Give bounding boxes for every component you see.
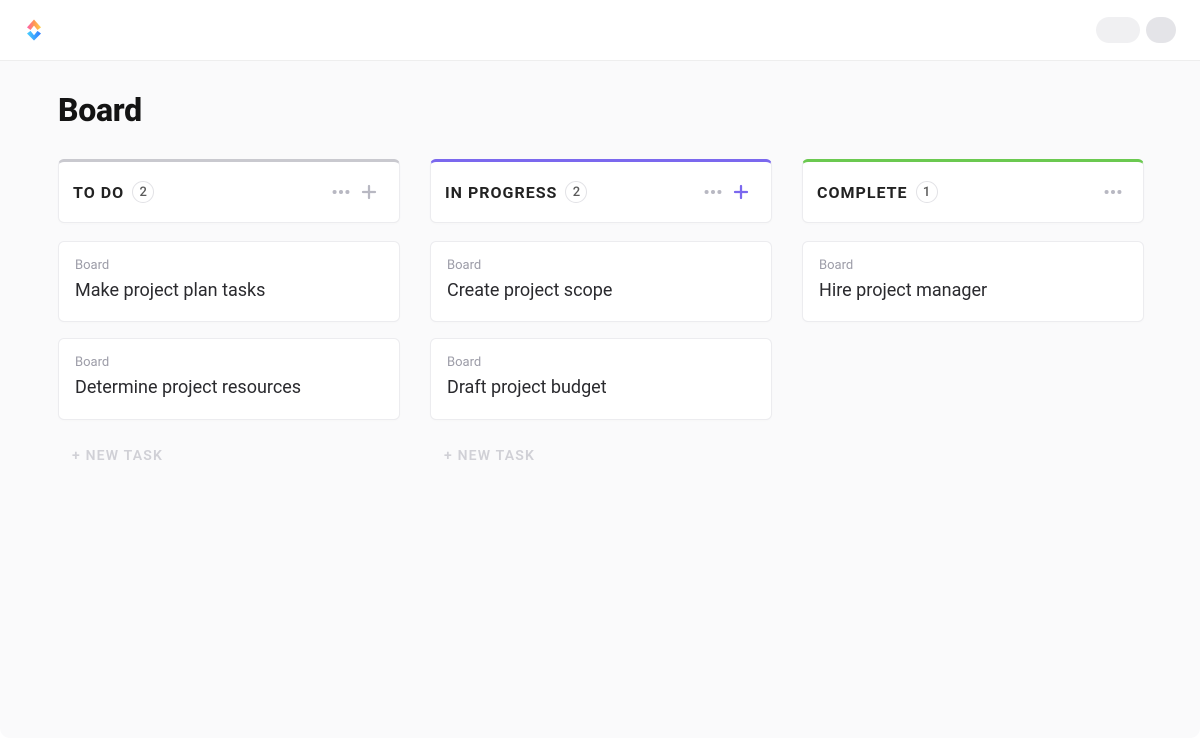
board-columns: TO DO 2 Board Make project plan tasks Board D… bbox=[58, 159, 1142, 476]
task-card-title: Draft project budget bbox=[447, 376, 755, 400]
task-card[interactable]: Board Draft project budget bbox=[430, 338, 772, 419]
task-card-title: Make project plan tasks bbox=[75, 279, 383, 303]
more-dots-icon[interactable] bbox=[699, 178, 727, 206]
main-area: Board TO DO 2 Board Make project plan tasks… bbox=[0, 60, 1200, 738]
task-card-category: Board bbox=[75, 258, 383, 273]
column-todo: TO DO 2 Board Make project plan tasks Board D… bbox=[58, 159, 400, 476]
task-card-category: Board bbox=[819, 258, 1127, 273]
more-dots-icon[interactable] bbox=[327, 178, 355, 206]
add-task-icon[interactable] bbox=[727, 178, 755, 206]
column-header: COMPLETE 1 bbox=[802, 159, 1144, 223]
topbar-pill-b[interactable] bbox=[1146, 17, 1176, 43]
add-task-icon[interactable] bbox=[355, 178, 383, 206]
task-card-title: Determine project resources bbox=[75, 376, 383, 400]
topbar-pill-a[interactable] bbox=[1096, 17, 1140, 43]
column-header: TO DO 2 bbox=[58, 159, 400, 223]
task-card-title: Hire project manager bbox=[819, 279, 1127, 303]
column-count-badge: 2 bbox=[565, 181, 587, 203]
new-task-button[interactable]: + NEW TASK bbox=[430, 436, 772, 476]
task-card-title: Create project scope bbox=[447, 279, 755, 303]
column-count-badge: 2 bbox=[132, 181, 154, 203]
column-header: IN PROGRESS 2 bbox=[430, 159, 772, 223]
column-title: IN PROGRESS bbox=[445, 183, 557, 202]
topbar bbox=[0, 0, 1200, 60]
column-count-badge: 1 bbox=[916, 181, 938, 203]
more-dots-icon[interactable] bbox=[1099, 178, 1127, 206]
column-title: COMPLETE bbox=[817, 183, 908, 202]
column-complete: COMPLETE 1 Board Hire project manager bbox=[802, 159, 1144, 476]
task-card-category: Board bbox=[447, 355, 755, 370]
new-task-button[interactable]: + NEW TASK bbox=[58, 436, 400, 476]
task-card[interactable]: Board Determine project resources bbox=[58, 338, 400, 419]
column-title: TO DO bbox=[73, 183, 124, 202]
task-card[interactable]: Board Create project scope bbox=[430, 241, 772, 322]
topbar-actions bbox=[1096, 17, 1176, 43]
column-inprogress: IN PROGRESS2BoardCreate project scopeBoa… bbox=[430, 159, 772, 476]
task-card[interactable]: Board Make project plan tasks bbox=[58, 241, 400, 322]
task-card[interactable]: Board Hire project manager bbox=[802, 241, 1144, 322]
task-card-category: Board bbox=[75, 355, 383, 370]
page-title: Board bbox=[58, 91, 1142, 129]
app-logo-icon bbox=[20, 16, 48, 44]
task-card-category: Board bbox=[447, 258, 755, 273]
